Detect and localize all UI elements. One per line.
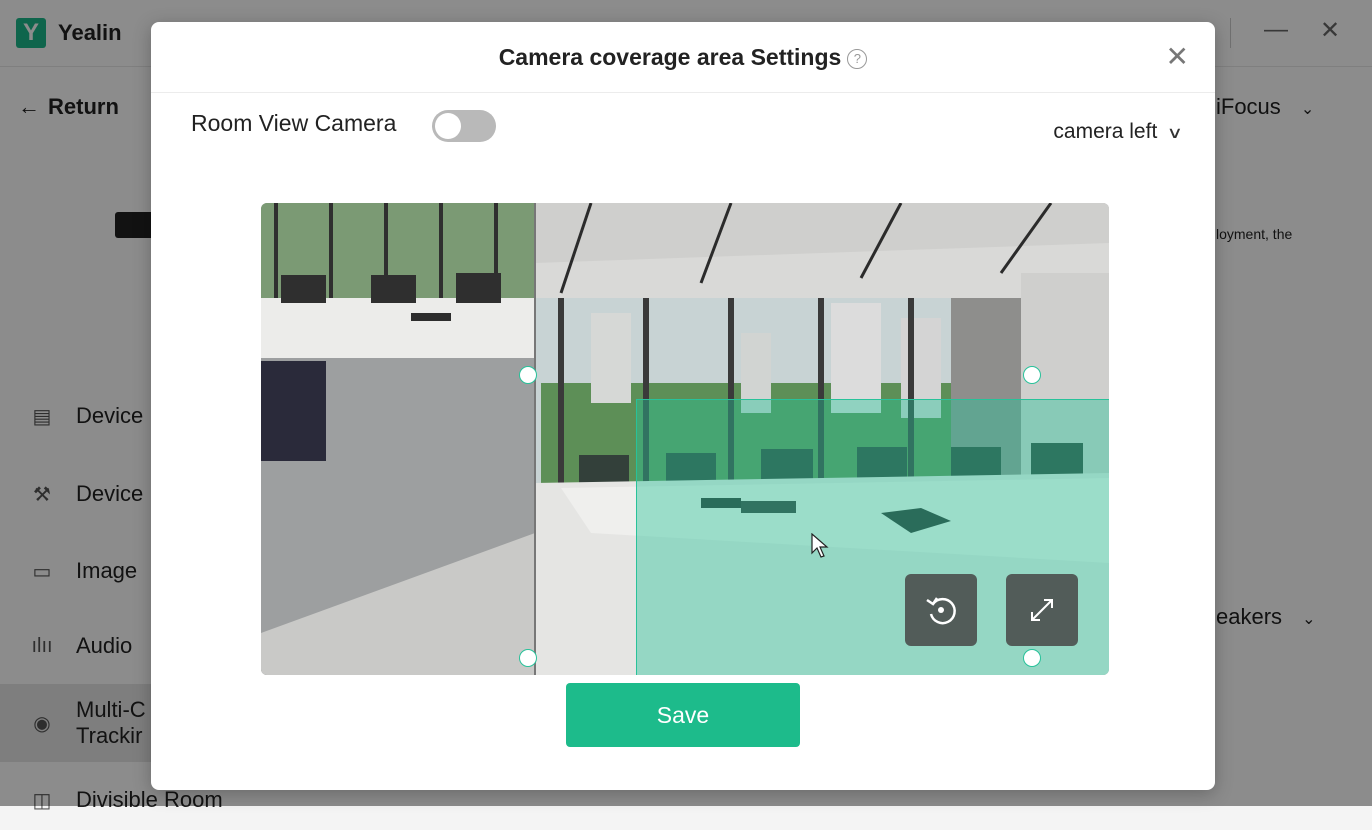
dialog-close-button[interactable]: ✕ (1166, 40, 1189, 73)
help-icon[interactable]: ? (847, 49, 868, 69)
coverage-handle-bottom-right[interactable] (1023, 649, 1041, 667)
toggle-knob (435, 113, 461, 139)
chevron-down-icon: ∨ (1166, 125, 1184, 142)
reset-icon (926, 597, 956, 625)
reset-button[interactable] (905, 574, 977, 646)
coverage-handle-top-right[interactable] (1023, 366, 1041, 384)
camera-select-dropdown[interactable]: camera left ∨ (1053, 120, 1184, 144)
mouse-cursor-icon (811, 533, 829, 558)
room-view-camera-toggle[interactable] (432, 110, 496, 142)
coverage-handle-bottom-left[interactable] (519, 649, 537, 667)
dialog-title: Camera coverage area Settings? (151, 44, 1215, 71)
coverage-handle-top-left[interactable] (519, 366, 537, 384)
camera-preview[interactable] (261, 203, 1109, 675)
room-view-camera-label: Room View Camera (191, 110, 397, 136)
fullscreen-button[interactable] (1006, 574, 1078, 646)
dialog-header: Camera coverage area Settings? ✕ (151, 22, 1215, 93)
camera-coverage-dialog: Camera coverage area Settings? ✕ Room Vi… (151, 22, 1215, 790)
expand-icon (1031, 599, 1053, 621)
save-button[interactable]: Save (566, 683, 800, 747)
